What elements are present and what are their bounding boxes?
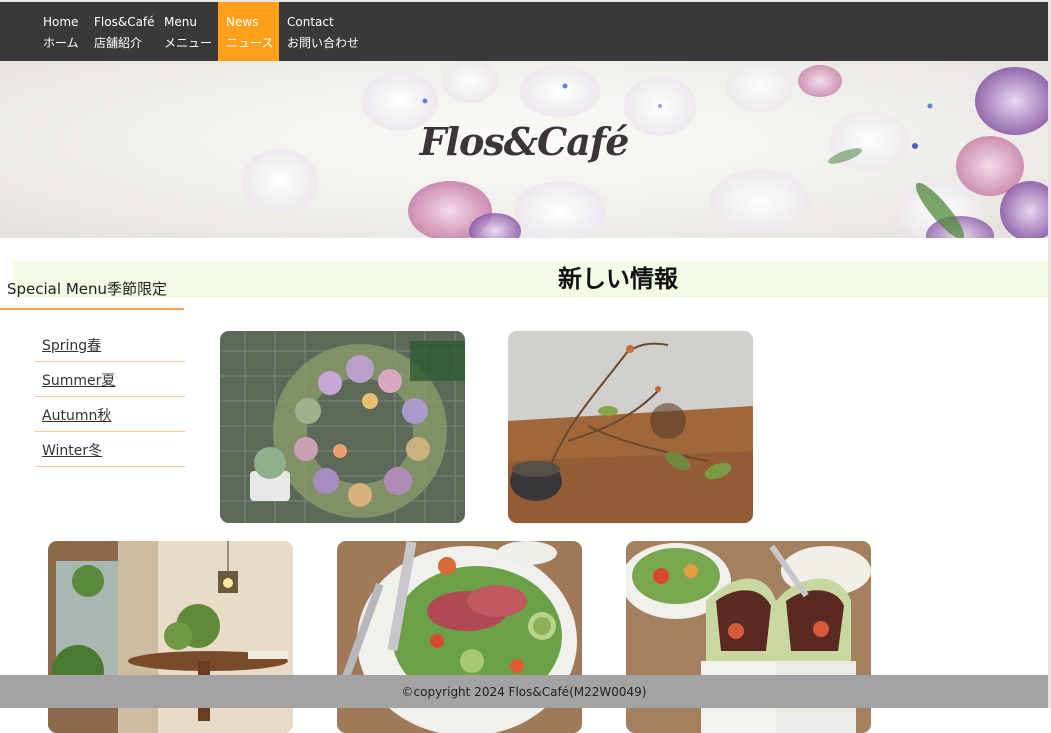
nav-label-en: Flos&Café: [94, 15, 155, 29]
nav-label-en: Menu: [164, 15, 197, 29]
branch-vase-image: [508, 331, 753, 523]
nav-label-jp: メニュー: [164, 36, 213, 50]
nav-label-jp: ニュース: [226, 36, 274, 50]
nav-label-en: News: [226, 15, 259, 29]
sidebar-link-summer[interactable]: Summer夏: [42, 370, 115, 390]
sidebar-item-spring: Spring春: [35, 327, 185, 362]
sidebar-item-summer: Summer夏: [35, 362, 185, 397]
nav-label-jp: ホーム: [43, 36, 79, 50]
nav-label-jp: 店舗紹介: [94, 36, 143, 50]
main-nav: Home ホーム Flos&Café 店舗紹介 Menu メニュー News ニ…: [0, 2, 1048, 61]
nav-label-en: Contact: [287, 15, 334, 29]
nav-item-contact[interactable]: Contact お問い合わせ: [279, 2, 369, 61]
copyright-text: ©copyright 2024 Flos&Café(M22W0049): [401, 685, 647, 699]
sidebar-item-winter: Winter冬: [35, 432, 185, 467]
sidebar-link-winter[interactable]: Winter冬: [42, 440, 102, 460]
photo-succulent-wreath[interactable]: [220, 331, 465, 523]
page-title: 新しい情報: [558, 264, 678, 293]
hero-banner: Flos&Café: [0, 61, 1048, 238]
sidebar-link-spring[interactable]: Spring春: [42, 335, 101, 355]
sidebar-link-autumn[interactable]: Autumn秋: [42, 405, 111, 425]
hero-logo-text: Flos&Café: [419, 119, 630, 164]
nav-label-en: Home: [43, 15, 79, 29]
nav-item-home[interactable]: Home ホーム: [35, 2, 85, 61]
footer: ©copyright 2024 Flos&Café(M22W0049): [0, 675, 1048, 708]
nav-item-menu[interactable]: Menu メニュー: [156, 2, 218, 61]
nav-item-news[interactable]: News ニュース: [218, 2, 279, 61]
nav-item-flos-cafe[interactable]: Flos&Café 店舗紹介: [86, 2, 156, 61]
nav-label-jp: お問い合わせ: [287, 36, 360, 50]
photo-branch-vase[interactable]: [508, 331, 753, 523]
sidebar-menu: Spring春 Summer夏 Autumn秋 Winter冬: [35, 327, 185, 467]
succulent-wreath-image: [220, 331, 465, 523]
sidebar-title: Special Menu季節限定: [0, 278, 184, 310]
sidebar-item-autumn: Autumn秋: [35, 397, 185, 432]
